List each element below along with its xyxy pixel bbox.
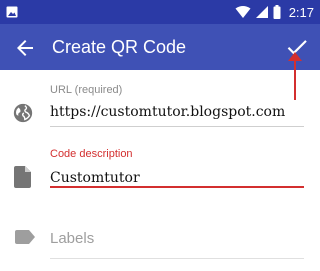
description-field-underline <box>50 186 304 188</box>
status-bar: 2:17 <box>0 0 320 24</box>
label-tag-icon <box>15 230 35 244</box>
document-icon <box>14 166 31 188</box>
labels-field-underline <box>50 258 304 259</box>
arrow-back-icon[interactable] <box>13 36 37 60</box>
labels-field[interactable]: Labels <box>50 230 94 247</box>
status-time: 2:17 <box>288 4 314 20</box>
battery-icon <box>273 5 281 19</box>
annotation-arrow-line <box>294 54 296 100</box>
globe-icon <box>13 103 33 123</box>
signal-icon <box>255 6 268 18</box>
app-bar: Create QR Code <box>0 24 320 70</box>
page-title: Create QR Code <box>52 37 187 57</box>
url-field[interactable]: https://customtutor.blogspot.com <box>50 104 285 120</box>
description-field-label: Code description <box>50 148 133 160</box>
url-field-label: URL (required) <box>50 84 123 96</box>
image-icon <box>6 6 18 18</box>
description-field[interactable]: Customtutor <box>50 170 140 186</box>
url-field-underline <box>50 126 304 127</box>
wifi-icon <box>235 6 251 18</box>
